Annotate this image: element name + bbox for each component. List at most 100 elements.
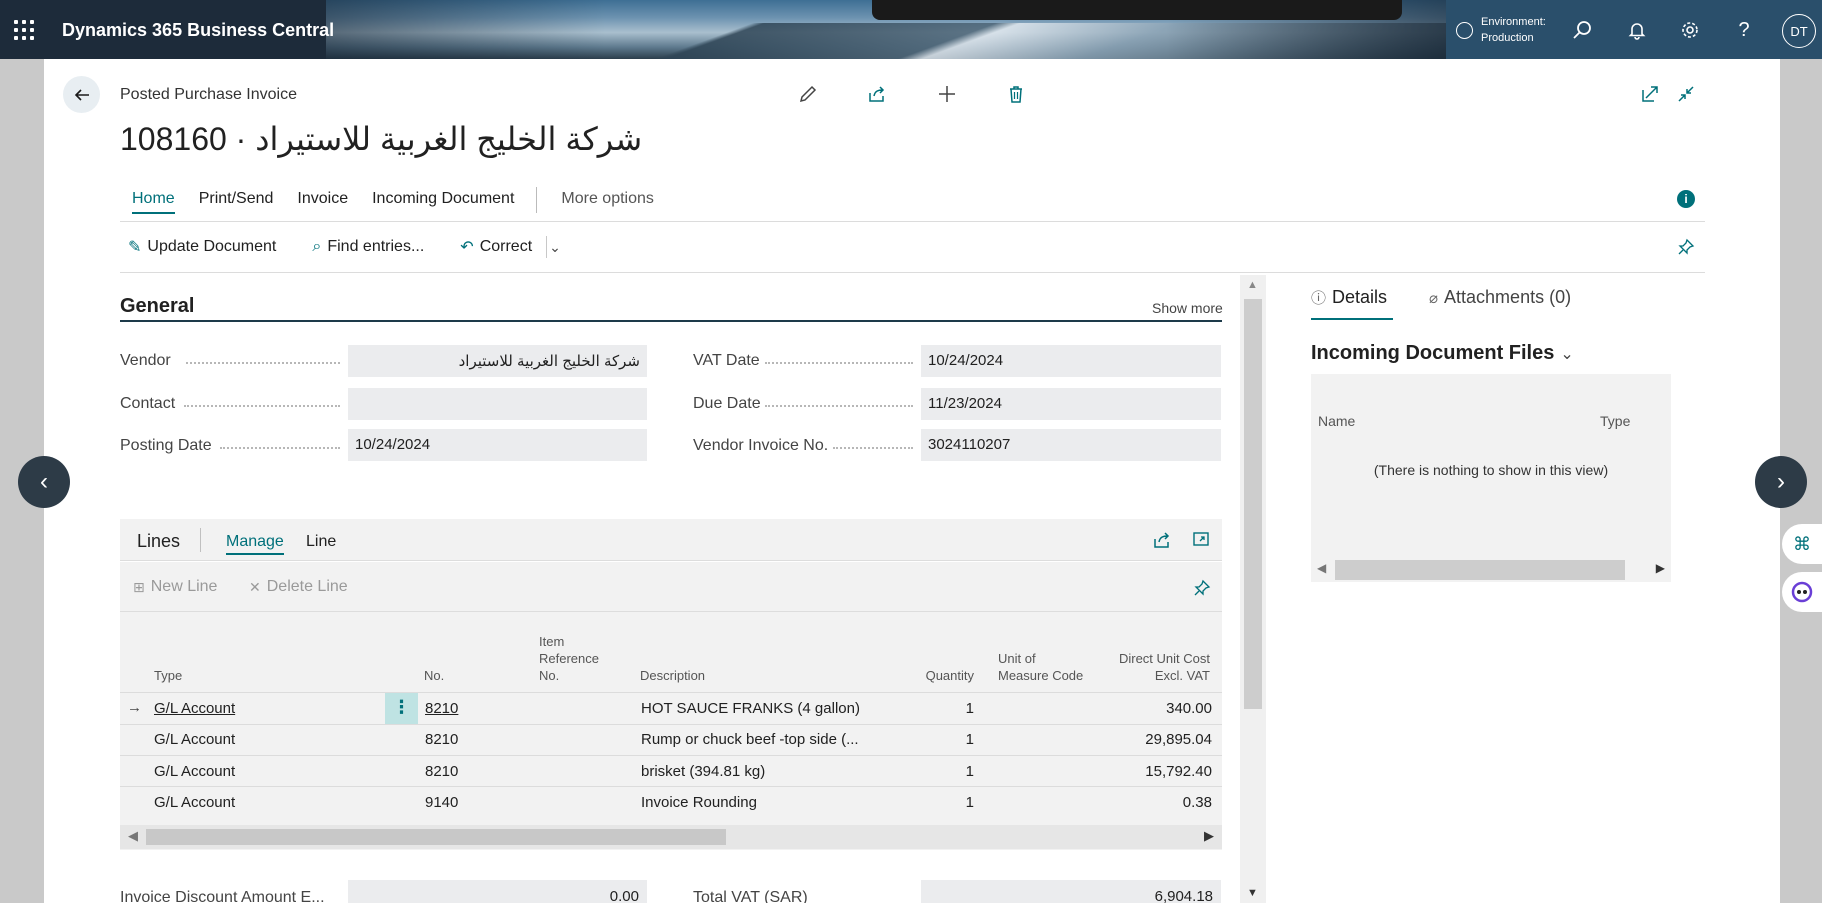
factbox-column-type[interactable]: Type xyxy=(1600,413,1630,429)
scroll-up-icon[interactable]: ▲ xyxy=(1247,279,1258,291)
incoming-document-files-heading[interactable]: Incoming Document Files ⌄ xyxy=(1311,342,1574,365)
top-search-area[interactable] xyxy=(872,0,1402,20)
line-quantity-cell[interactable]: 1 xyxy=(914,700,974,717)
factbox-tab-indicator xyxy=(1311,318,1393,320)
column-header-no[interactable]: No. xyxy=(424,667,444,684)
factbox-column-name[interactable]: Name xyxy=(1318,413,1355,429)
back-button[interactable] xyxy=(63,76,100,113)
environment-indicator[interactable]: Environment: Production xyxy=(1456,14,1546,46)
field-leader xyxy=(220,447,340,449)
column-header-quantity[interactable]: Quantity xyxy=(910,667,974,684)
lines-horizontal-scrollbar[interactable]: ◀ ▶ xyxy=(120,825,1222,849)
previous-record-button[interactable]: ‹ xyxy=(18,456,70,508)
environment-value: Production xyxy=(1481,32,1534,44)
line-type-cell[interactable]: G/L Account xyxy=(154,794,235,811)
total-vat-field[interactable]: 6,904.18 xyxy=(921,880,1221,903)
lines-tab-manage[interactable]: Manage xyxy=(226,533,284,555)
line-type-cell[interactable]: G/L Account xyxy=(154,731,235,748)
open-new-window-icon[interactable] xyxy=(1638,82,1662,106)
factbox-horizontal-scrollbar[interactable]: ◀ ▶ xyxy=(1311,558,1671,580)
lines-title[interactable]: Lines xyxy=(137,531,180,552)
scroll-left-icon[interactable]: ◀ xyxy=(1317,561,1326,575)
delete-line-button[interactable]: ✕ Delete Line xyxy=(249,578,348,596)
tab-invoice[interactable]: Invoice xyxy=(285,188,360,222)
page-vertical-scrollbar[interactable]: ▲ ▼ xyxy=(1240,275,1266,903)
apps-widget-icon[interactable]: ⌘ xyxy=(1782,524,1822,564)
delete-icon[interactable] xyxy=(1004,82,1028,106)
more-options-button[interactable]: More options xyxy=(549,188,666,222)
line-no-cell[interactable]: 9140 xyxy=(425,794,458,811)
pin-icon[interactable] xyxy=(1193,579,1211,602)
vendor-invoice-no-field[interactable]: 3024110207 xyxy=(921,429,1221,461)
column-header-unit-of-measure[interactable]: Unit of Measure Code xyxy=(998,650,1083,684)
update-document-button[interactable]: ✎ Update Document xyxy=(120,237,284,257)
share-icon[interactable] xyxy=(865,82,889,106)
line-quantity-cell[interactable]: 1 xyxy=(914,731,974,748)
line-cost-cell[interactable]: 15,792.40 xyxy=(1090,763,1212,780)
lines-tab-line[interactable]: Line xyxy=(306,533,336,551)
new-line-button[interactable]: ⊞ New Line xyxy=(133,578,217,596)
row-divider xyxy=(120,755,1222,756)
chevron-right-icon: › xyxy=(1777,468,1785,495)
factbox-tab-details[interactable]: ⓘ Details xyxy=(1311,287,1387,308)
tab-home[interactable]: Home xyxy=(120,188,187,222)
invoice-discount-field[interactable]: 0.00 xyxy=(348,880,647,903)
contact-field[interactable] xyxy=(348,388,647,420)
edit-icon[interactable] xyxy=(796,82,820,106)
scroll-right-icon[interactable]: ▶ xyxy=(1656,561,1665,575)
line-cost-cell[interactable]: 29,895.04 xyxy=(1090,731,1212,748)
pin-icon[interactable] xyxy=(1677,238,1695,261)
scroll-down-icon[interactable]: ▼ xyxy=(1247,887,1258,899)
copilot-icon[interactable] xyxy=(1782,572,1822,612)
scrollbar-thumb[interactable] xyxy=(1335,560,1625,580)
scroll-left-icon[interactable]: ◀ xyxy=(128,828,138,844)
app-launcher-icon[interactable] xyxy=(14,20,34,40)
line-description-cell[interactable]: HOT SAUCE FRANKS (4 gallon) xyxy=(641,700,860,717)
line-no-cell[interactable]: 8210 xyxy=(425,763,458,780)
help-icon[interactable]: ? xyxy=(1732,18,1756,42)
line-no-cell[interactable]: 8210 xyxy=(425,700,458,717)
tab-incoming-document[interactable]: Incoming Document xyxy=(360,188,526,222)
line-description-cell[interactable]: brisket (394.81 kg) xyxy=(641,763,765,780)
line-no-cell[interactable]: 8210 xyxy=(425,731,458,748)
line-cost-cell[interactable]: 0.38 xyxy=(1090,794,1212,811)
line-description-cell[interactable]: Invoice Rounding xyxy=(641,794,757,811)
tab-print-send[interactable]: Print/Send xyxy=(187,188,286,222)
search-icon[interactable] xyxy=(1570,18,1594,42)
total-vat-label: Total VAT (SAR) xyxy=(693,889,808,903)
column-header-type[interactable]: Type xyxy=(154,667,182,684)
avatar[interactable]: DT xyxy=(1782,14,1816,48)
bell-icon[interactable] xyxy=(1625,18,1649,42)
share-icon[interactable] xyxy=(1152,530,1172,555)
vat-date-field[interactable]: 10/24/2024 xyxy=(921,345,1221,377)
add-icon[interactable] xyxy=(935,82,959,106)
line-quantity-cell[interactable]: 1 xyxy=(914,794,974,811)
show-more-link[interactable]: Show more xyxy=(1152,300,1223,316)
collapse-icon[interactable] xyxy=(1674,82,1698,106)
general-section-title[interactable]: General xyxy=(120,295,194,318)
correct-button[interactable]: ↶ Correct xyxy=(452,237,540,257)
chevron-down-icon[interactable]: ⌄ xyxy=(549,239,561,256)
column-header-direct-unit-cost[interactable]: Direct Unit Cost Excl. VAT xyxy=(1090,650,1210,684)
next-record-button[interactable]: › xyxy=(1755,456,1807,508)
posting-date-field[interactable]: 10/24/2024 xyxy=(348,429,647,461)
line-cost-cell[interactable]: 340.00 xyxy=(1090,700,1212,717)
scrollbar-thumb[interactable] xyxy=(1244,299,1262,709)
line-description-cell[interactable]: Rump or chuck beef -top side (... xyxy=(641,731,859,748)
row-menu-icon[interactable]: ⋮ xyxy=(385,693,418,724)
factbox-tab-attachments[interactable]: ⌀ Attachments (0) xyxy=(1429,287,1571,308)
find-entries-button[interactable]: ⌕ Find entries... xyxy=(304,238,432,256)
gear-icon[interactable] xyxy=(1678,18,1702,42)
scrollbar-thumb[interactable] xyxy=(146,829,726,845)
vendor-field[interactable]: شركة الخليج الغربية للاستيراد xyxy=(348,345,647,377)
column-header-description[interactable]: Description xyxy=(640,667,705,684)
due-date-field[interactable]: 11/23/2024 xyxy=(921,388,1221,420)
line-type-cell[interactable]: G/L Account xyxy=(154,700,235,717)
scroll-right-icon[interactable]: ▶ xyxy=(1204,828,1214,844)
line-quantity-cell[interactable]: 1 xyxy=(914,763,974,780)
expand-icon[interactable] xyxy=(1192,530,1210,553)
line-type-cell[interactable]: G/L Account xyxy=(154,763,235,780)
info-icon[interactable]: i xyxy=(1677,190,1695,208)
app-title[interactable]: Dynamics 365 Business Central xyxy=(62,20,334,41)
column-header-item-reference[interactable]: Item Reference No. xyxy=(539,633,599,684)
